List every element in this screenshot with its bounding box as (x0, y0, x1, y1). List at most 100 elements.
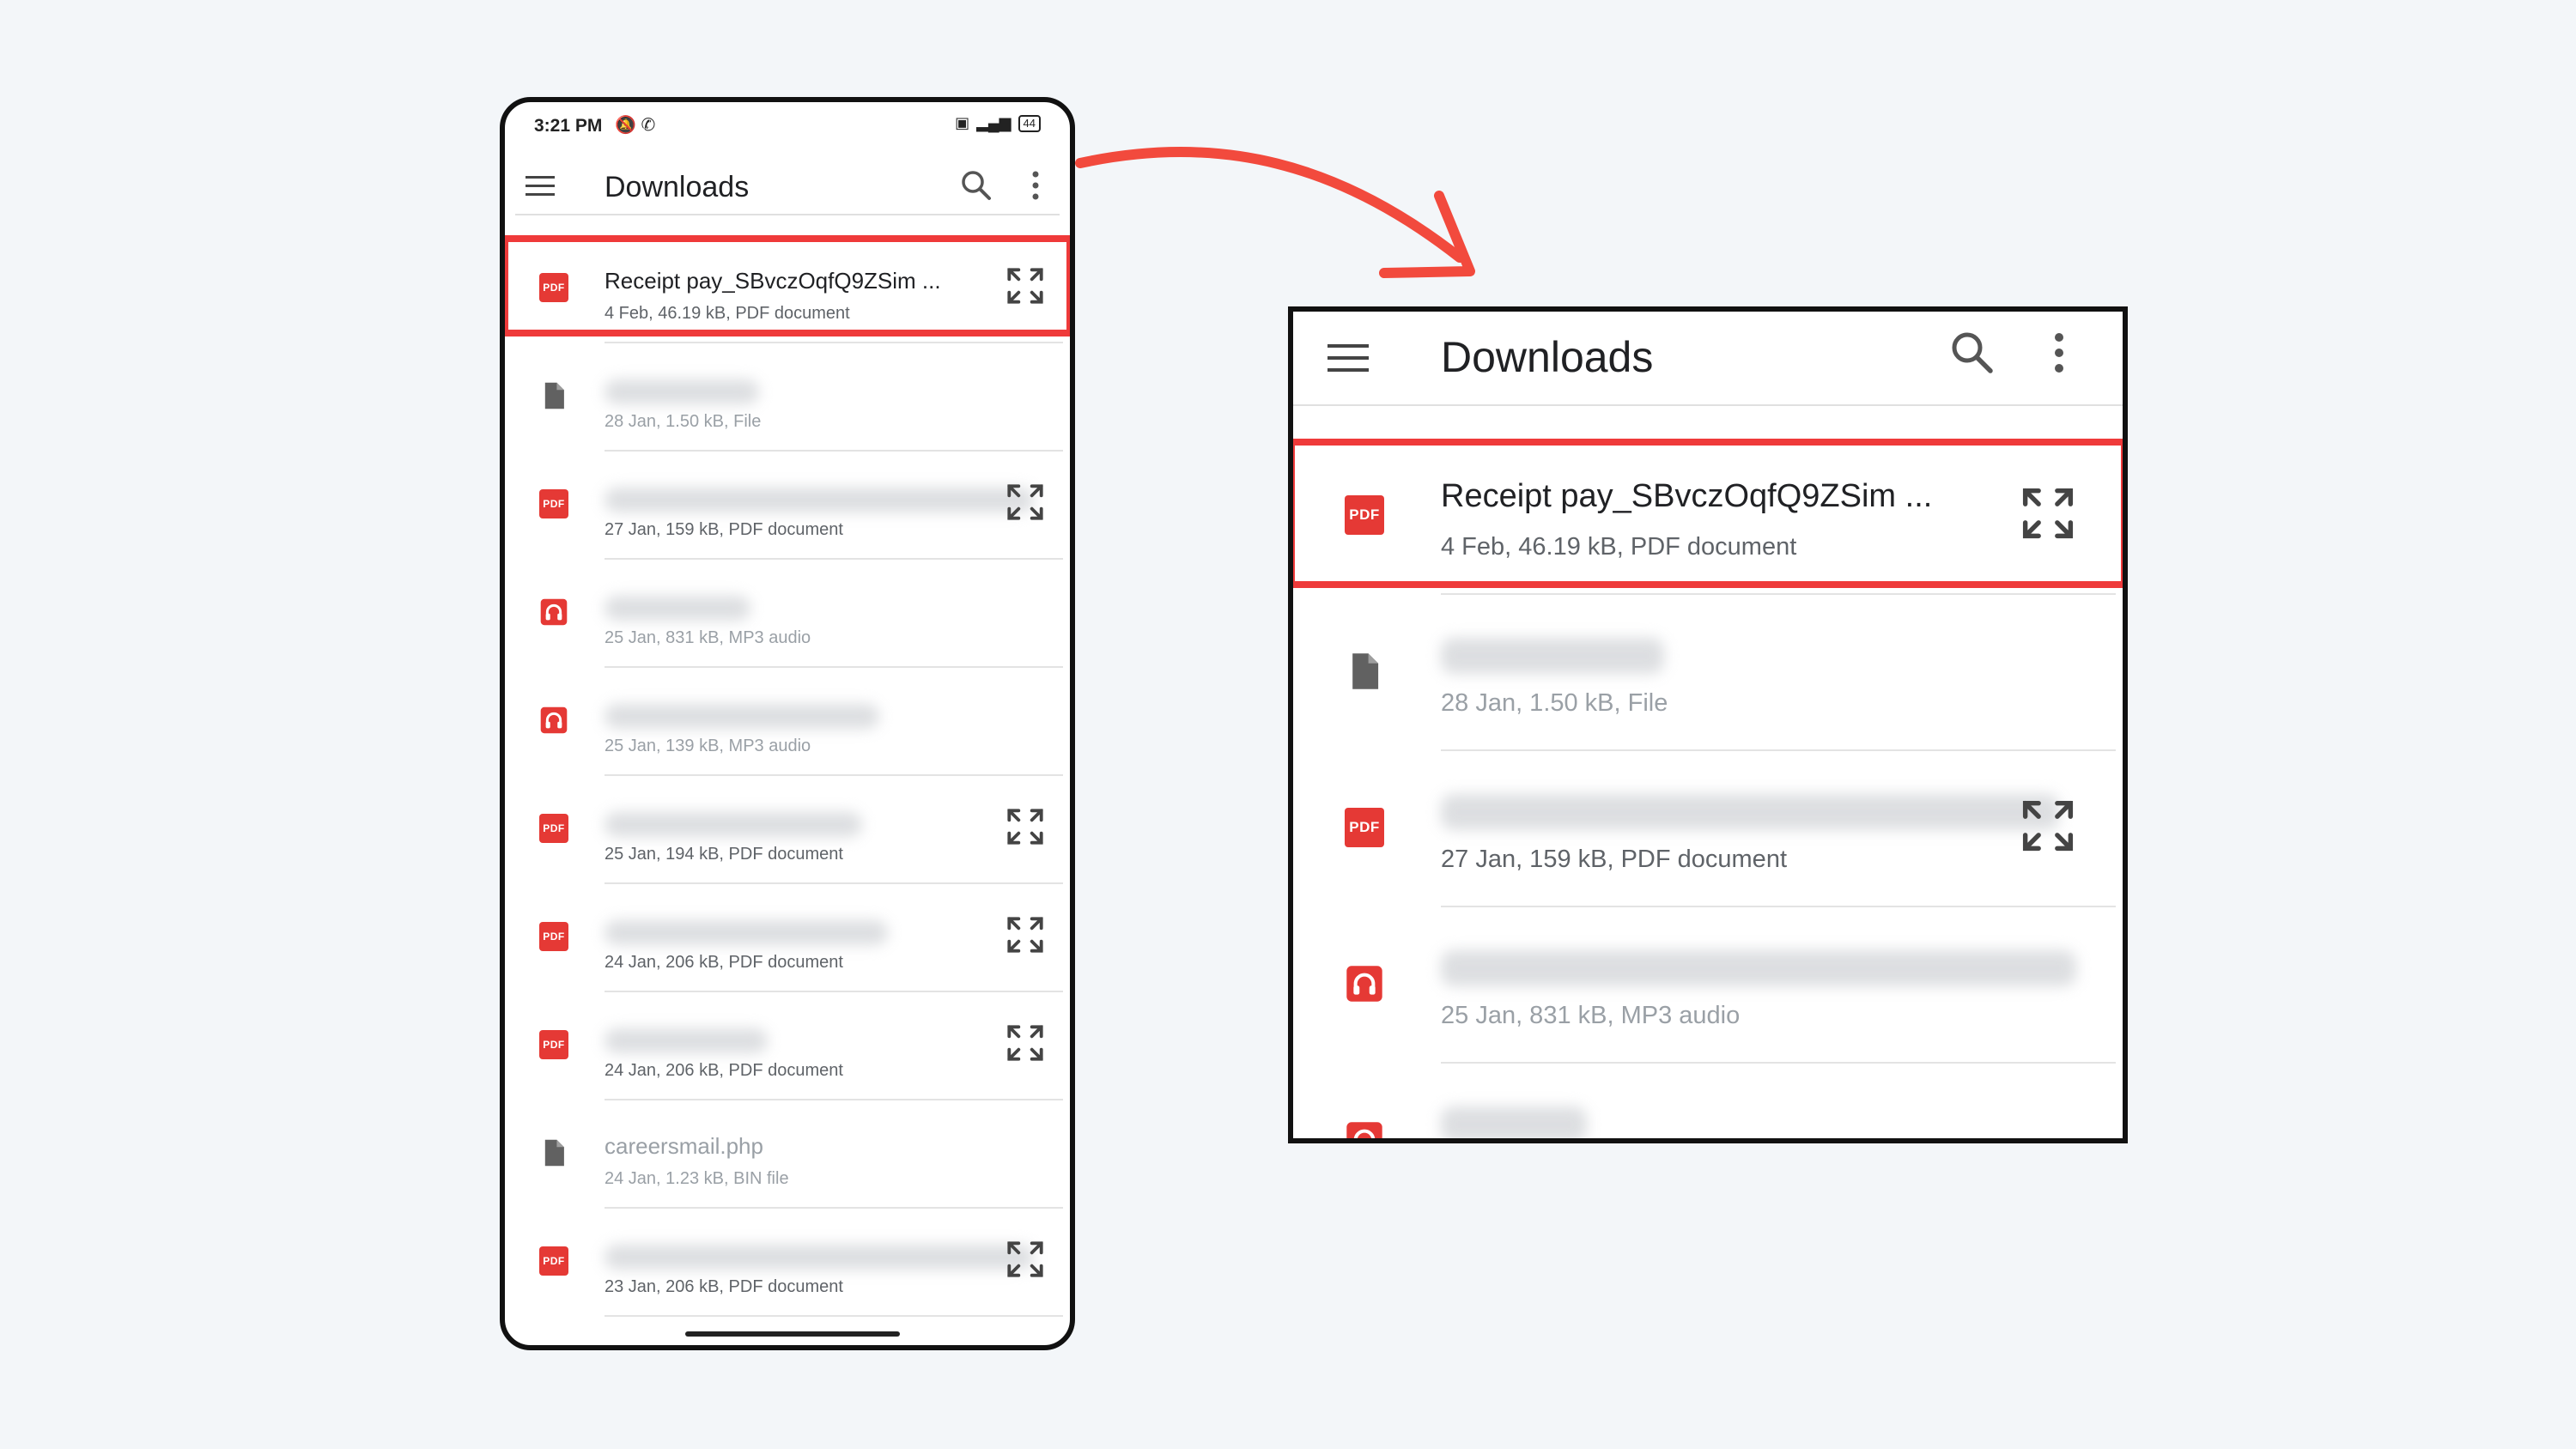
file-row[interactable]: PDF 27 Jan, 159 kB, PDF document (505, 452, 1070, 560)
file-meta: 24 Jan, 1.23 kB, BIN file (605, 1169, 789, 1188)
redacted-file-name (605, 704, 879, 729)
expand-button[interactable] (1006, 1240, 1044, 1282)
menu-icon[interactable] (526, 174, 555, 198)
file-type-icon-wrap: PDF (539, 489, 568, 518)
file-meta: 28 Jan, 1.50 kB, File (1441, 689, 1668, 717)
file-row[interactable]: PDF 25 Jan, 194 kB, PDF document (505, 776, 1070, 884)
file-meta: 23 Jan, 206 kB, PDF document (605, 1277, 843, 1296)
phone-screen: 3:21 PM 🔕 ✆ ▣ ▂▄▆ 44 Downloads PDF Receip… (500, 97, 1075, 1350)
file-meta: 24 Jan, 206 kB, PDF document (605, 1061, 843, 1080)
zoom-app-bar: Downloads (1293, 312, 2123, 406)
file-row[interactable]: PDF Receipt pay_SBvczOqfQ9ZSim ... 4 Feb, … (505, 235, 1070, 343)
audio-icon (1346, 966, 1382, 1002)
file-row[interactable]: PDF 24 Jan, 206 kB, PDF document (505, 884, 1070, 992)
more-options-icon[interactable] (1030, 169, 1041, 202)
status-bar: 3:21 PM 🔕 ✆ ▣ ▂▄▆ 44 (505, 102, 1070, 147)
redacted-file-name (1441, 1106, 1587, 1138)
file-meta: 27 Jan, 159 kB, PDF document (605, 520, 843, 539)
file-row[interactable]: PDF 27 Jan, 159 kB, PDF document (1293, 751, 2123, 907)
file-meta: 25 Jan, 194 kB, PDF document (605, 845, 843, 864)
file-type-icon-wrap: PDF (539, 1246, 568, 1276)
file-type-icon-wrap: PDF (539, 922, 568, 951)
file-type-icon-wrap: PDF (1345, 808, 1384, 847)
expand-icon[interactable] (2021, 799, 2075, 852)
audio-icon (1346, 1122, 1382, 1138)
pdf-icon: PDF (539, 922, 568, 951)
file-row[interactable]: 28 Jan, 1.50 kB, File (1293, 595, 2123, 751)
app-bar: Downloads (505, 154, 1070, 222)
file-type-icon-wrap: PDF (539, 814, 568, 843)
file-type-icon-wrap: PDF (539, 1030, 568, 1059)
audio-icon (540, 706, 568, 734)
signal-icon: ▂▄▆ (976, 114, 1012, 131)
file-row[interactable]: PDF 23 Jan, 206 kB, PDF document (505, 1209, 1070, 1317)
file-meta: 25 Jan, 831 kB, MP3 audio (605, 628, 811, 647)
zoomed-view: Downloads PDF Receipt pay_SBvczOqfQ9ZSim … (1288, 306, 2128, 1143)
file-icon (544, 382, 564, 409)
row-divider (605, 1315, 1063, 1317)
redacted-file-name (605, 920, 888, 945)
file-type-icon-wrap (1345, 964, 1384, 1008)
expand-icon[interactable] (1006, 1024, 1044, 1062)
pdf-icon: PDF (539, 814, 568, 843)
search-icon[interactable] (1950, 330, 1995, 375)
expand-button[interactable] (2021, 799, 2075, 857)
page-title: Downloads (605, 171, 750, 203)
file-type-icon-wrap (1345, 1120, 1384, 1138)
expand-icon[interactable] (1006, 1240, 1044, 1278)
home-indicator[interactable] (685, 1331, 900, 1337)
appbar-divider (515, 214, 1060, 215)
expand-icon[interactable] (1006, 483, 1044, 521)
expand-icon[interactable] (1006, 808, 1044, 846)
redacted-file-name (605, 1245, 1034, 1270)
page-title: Downloads (1441, 333, 1654, 381)
file-type-icon-wrap (539, 381, 568, 415)
file-row[interactable]: careersmail.php 24 Jan, 1.23 kB, BIN file (505, 1100, 1070, 1209)
search-icon[interactable] (960, 169, 993, 202)
notification-icons: 🔕 ✆ (615, 116, 656, 135)
file-type-icon-wrap (539, 597, 568, 631)
more-options-icon[interactable] (2052, 330, 2066, 375)
redacted-file-name (605, 488, 1034, 512)
redacted-file-name (605, 1028, 768, 1053)
file-meta: 24 Jan, 206 kB, PDF document (605, 953, 843, 972)
menu-icon[interactable] (1327, 343, 1369, 373)
pdf-icon: PDF (539, 1246, 568, 1276)
expand-icon[interactable] (1006, 916, 1044, 954)
pdf-icon: PDF (539, 489, 568, 518)
file-row[interactable] (1293, 1064, 2123, 1138)
file-type-icon-wrap (539, 706, 568, 739)
highlight-box (1293, 439, 2123, 588)
file-row[interactable]: 28 Jan, 1.50 kB, File (505, 343, 1070, 452)
expand-button[interactable] (1006, 916, 1044, 958)
file-name: careersmail.php (605, 1133, 763, 1159)
file-row[interactable]: 25 Jan, 831 kB, MP3 audio (1293, 907, 2123, 1064)
redacted-file-name (605, 596, 750, 621)
redacted-file-name (605, 812, 862, 837)
battery-icon: 44 (1018, 114, 1041, 132)
redacted-file-name (1441, 950, 2076, 986)
file-row[interactable]: PDF Receipt pay_SBvczOqfQ9ZSim ... 4 Feb, … (1293, 439, 2123, 595)
file-type-icon-wrap (539, 1138, 568, 1172)
redacted-file-name (605, 379, 759, 404)
expand-button[interactable] (1006, 1024, 1044, 1066)
expand-button[interactable] (1006, 808, 1044, 850)
status-time: 3:21 PM (534, 116, 603, 136)
file-type-icon-wrap (1345, 652, 1384, 695)
system-icons: ▣ ▂▄▆ 44 (955, 114, 1041, 132)
file-meta: 25 Jan, 831 kB, MP3 audio (1441, 1002, 1741, 1029)
nfc-icon: ▣ (955, 114, 970, 131)
file-icon (544, 1139, 564, 1167)
highlight-box (505, 235, 1070, 336)
redacted-file-name (1441, 794, 2059, 830)
file-icon (1352, 653, 1379, 689)
file-row[interactable]: PDF 24 Jan, 206 kB, PDF document (505, 992, 1070, 1100)
pdf-icon: PDF (1345, 808, 1384, 847)
file-row[interactable]: 25 Jan, 139 kB, MP3 audio (505, 668, 1070, 776)
appbar-divider (1293, 404, 2123, 406)
expand-button[interactable] (1006, 483, 1044, 525)
file-meta: 25 Jan, 139 kB, MP3 audio (605, 737, 811, 755)
file-row[interactable]: 25 Jan, 831 kB, MP3 audio (505, 560, 1070, 668)
audio-icon (540, 598, 568, 626)
file-meta: 27 Jan, 159 kB, PDF document (1441, 846, 1787, 873)
